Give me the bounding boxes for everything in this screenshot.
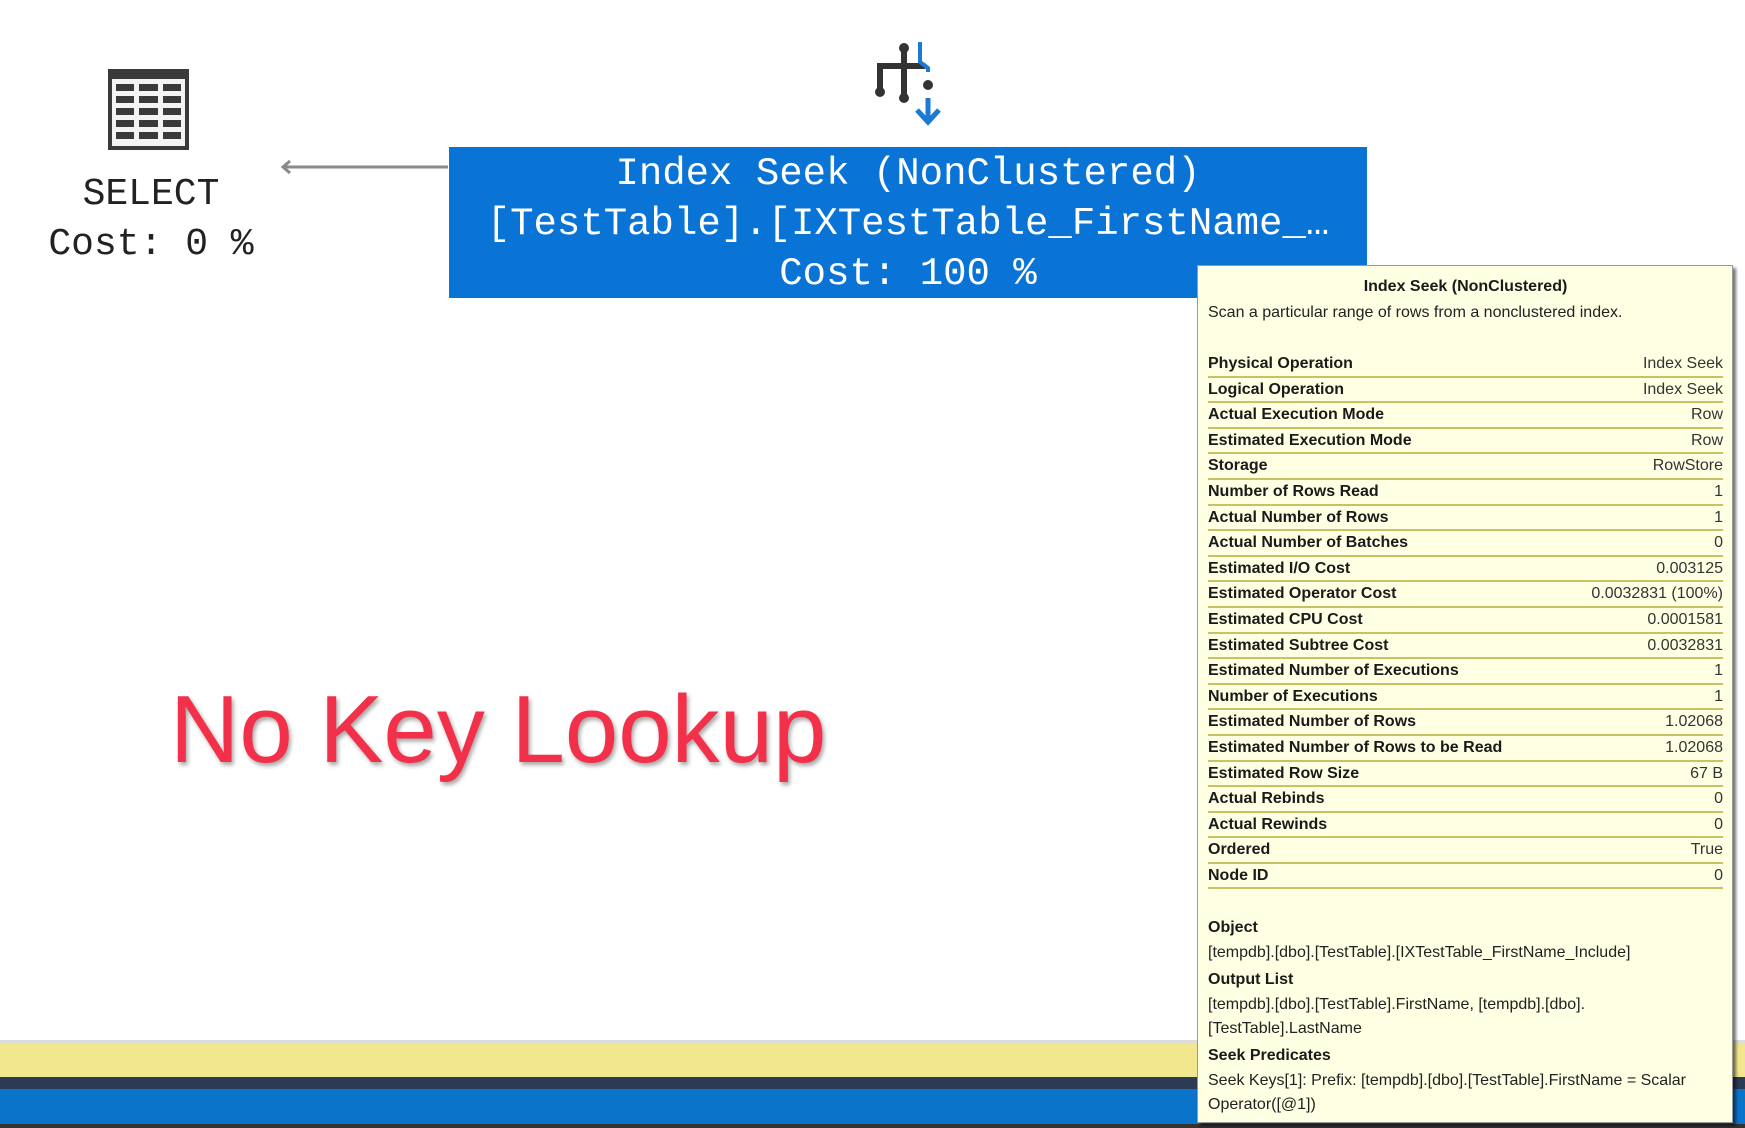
- property-value: 0: [1714, 790, 1723, 808]
- property-value: Index Seek: [1642, 355, 1723, 372]
- property-row: Actual Number of Batches 0: [1208, 531, 1723, 557]
- select-node-label[interactable]: SELECT Cost: 0 %: [20, 170, 282, 270]
- property-value: 1.02068: [1665, 738, 1723, 756]
- tooltip-title: Index Seek (NonClustered): [1363, 278, 1568, 295]
- property-value: Index Seek: [1642, 380, 1723, 398]
- property-value: 1: [1714, 508, 1723, 526]
- property-row: Estimated Number of Rows 1.02068: [1208, 710, 1723, 736]
- property-name: Storage: [1208, 457, 1268, 475]
- property-name: Actual Number of Batches: [1208, 534, 1409, 552]
- tooltip-description: Scan a particular range of rows from a n…: [1208, 304, 1623, 321]
- property-value: 67 B: [1690, 764, 1723, 782]
- property-name: Estimated Number of Rows to be Read: [1208, 738, 1503, 756]
- property-row: Estimated Operator Cost 0.0032831 (100%): [1208, 582, 1723, 608]
- property-value: RowStore: [1652, 457, 1723, 475]
- property-name: Actual Number of Rows: [1208, 508, 1389, 526]
- property-row: Node ID 0: [1208, 864, 1723, 890]
- property-value: True: [1690, 841, 1723, 859]
- seek-predicates-label: Seek Predicates: [1208, 1047, 1331, 1065]
- object-label: Object: [1208, 919, 1258, 937]
- property-row: Physical Operation Index Seek: [1208, 352, 1723, 378]
- property-name: Logical Operation: [1208, 380, 1345, 398]
- property-value: 0: [1714, 815, 1723, 833]
- output-list-label: Output List: [1208, 971, 1294, 989]
- property-value: 1.02068: [1665, 713, 1723, 731]
- property-name: Actual Rebinds: [1208, 790, 1325, 808]
- property-row: Estimated CPU Cost 0.0001581: [1208, 608, 1723, 634]
- property-row: Ordered True: [1208, 838, 1723, 864]
- property-name: Estimated I/O Cost: [1208, 559, 1351, 577]
- property-row: Storage RowStore: [1208, 454, 1723, 480]
- property-row: Logical Operation Index Seek: [1208, 378, 1723, 404]
- property-name: Estimated Row Size: [1208, 764, 1360, 782]
- property-value: 0.0032831 (100%): [1591, 585, 1723, 603]
- property-name: Estimated Subtree Cost: [1208, 636, 1389, 654]
- property-row: Estimated Number of Executions 1: [1208, 659, 1723, 685]
- operator-tooltip: Index Seek (NonClustered) Scan a particu…: [1197, 265, 1733, 1123]
- property-name: Actual Execution Mode: [1208, 406, 1385, 424]
- property-row: Actual Number of Rows 1: [1208, 506, 1723, 532]
- property-value: 1: [1714, 662, 1723, 680]
- index-seek-icon[interactable]: [872, 40, 950, 130]
- property-value: 0.0032831: [1647, 636, 1723, 654]
- table-grid-icon[interactable]: [106, 67, 191, 152]
- seek-node-title: Index Seek (NonClustered): [615, 152, 1201, 196]
- property-value: 1: [1714, 687, 1723, 705]
- property-name: Number of Executions: [1208, 687, 1378, 705]
- tooltip-properties: Physical Operation Index Seek Logical Oper…: [1208, 352, 1723, 890]
- property-name: Physical Operation: [1208, 355, 1353, 372]
- property-value: 1: [1714, 482, 1723, 500]
- property-value: 0.003125: [1656, 559, 1723, 577]
- object-value: [tempdb].[dbo].[TestTable].[IXTestTable_…: [1208, 944, 1631, 962]
- property-name: Estimated Number of Rows: [1208, 713, 1417, 731]
- property-row: Estimated Row Size 67 B: [1208, 762, 1723, 788]
- property-row: Estimated I/O Cost 0.003125: [1208, 557, 1723, 583]
- property-row: Number of Executions 1: [1208, 685, 1723, 711]
- property-name: Number of Rows Read: [1208, 482, 1379, 500]
- select-node-name: SELECT: [82, 173, 220, 216]
- seek-predicates-value: Seek Keys[1]: Prefix: [tempdb].[dbo].[Te…: [1208, 1072, 1686, 1114]
- property-row: Actual Execution Mode Row: [1208, 403, 1723, 429]
- property-name: Estimated Number of Executions: [1208, 662, 1459, 680]
- property-name: Actual Rewinds: [1208, 815, 1328, 833]
- property-value: Row: [1690, 431, 1723, 449]
- annotation-text: No Key Lookup: [170, 676, 827, 783]
- select-node-cost: Cost: 0 %: [48, 223, 254, 266]
- property-name: Node ID: [1208, 866, 1269, 884]
- arrow-left-icon: [280, 160, 448, 174]
- property-value: 0: [1714, 534, 1723, 552]
- property-row: Number of Rows Read 1: [1208, 480, 1723, 506]
- property-name: Estimated Execution Mode: [1208, 431, 1412, 449]
- divider: [0, 1124, 1745, 1128]
- property-name: Estimated Operator Cost: [1208, 585, 1397, 603]
- property-row: Estimated Subtree Cost 0.0032831: [1208, 634, 1723, 660]
- seek-node-object: [TestTable].[IXTestTable_FirstName_…: [486, 202, 1330, 246]
- property-row: Actual Rebinds 0: [1208, 787, 1723, 813]
- property-value: Row: [1690, 406, 1723, 424]
- output-list-value: [tempdb].[dbo].[TestTable].FirstName, [t…: [1208, 996, 1586, 1038]
- property-name: Estimated CPU Cost: [1208, 610, 1363, 628]
- property-value: 0.0001581: [1647, 610, 1723, 628]
- property-value: 0: [1714, 866, 1723, 884]
- property-name: Ordered: [1208, 841, 1271, 859]
- property-row: Estimated Execution Mode Row: [1208, 429, 1723, 455]
- property-row: Estimated Number of Rows to be Read 1.020…: [1208, 736, 1723, 762]
- property-row: Actual Rewinds 0: [1208, 813, 1723, 839]
